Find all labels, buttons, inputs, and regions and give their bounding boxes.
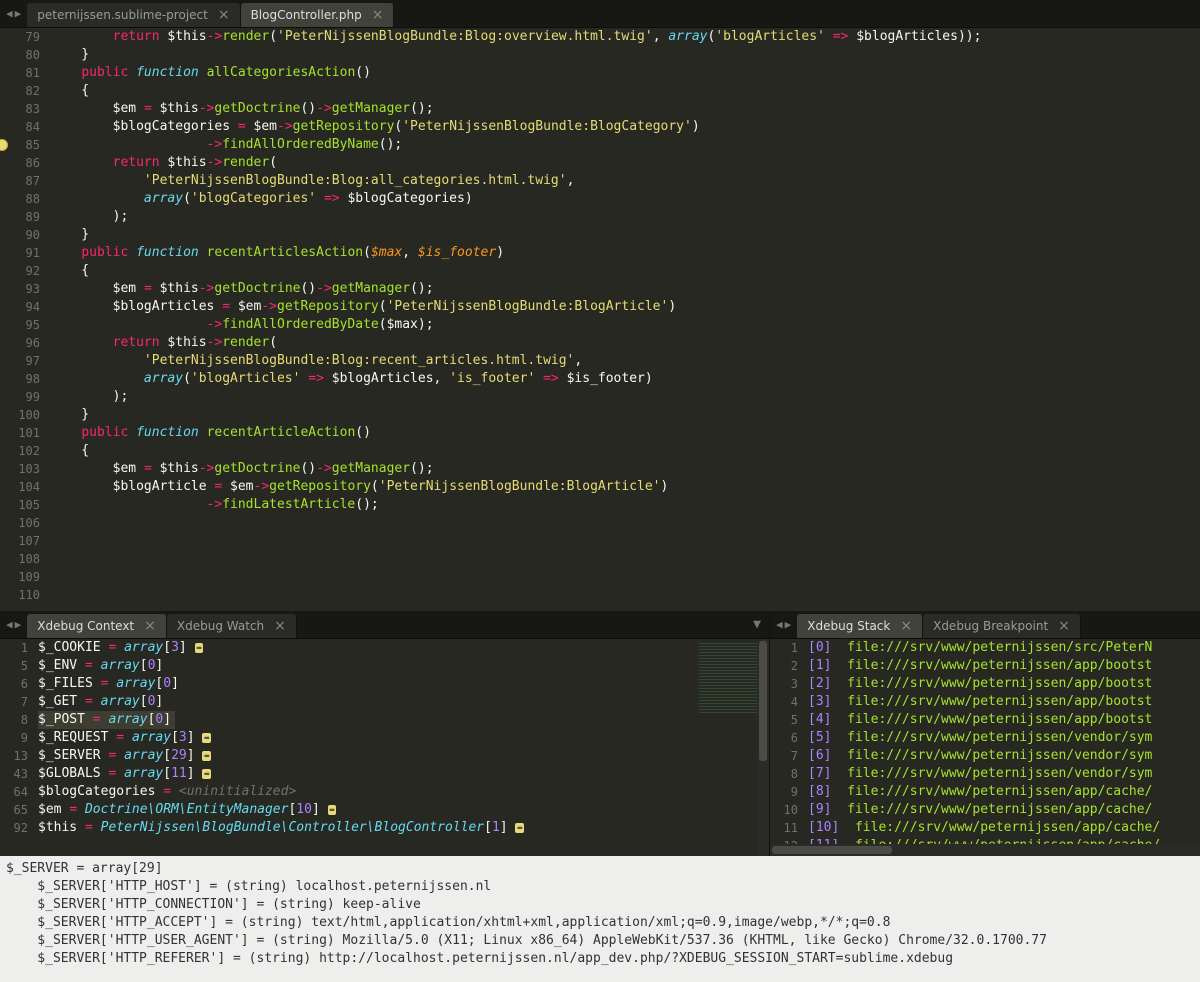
context-row[interactable]: $blogCategories = <uninitialized>	[38, 783, 769, 801]
bottom-panels: ◀ ▶ Xdebug Context × Xdebug Watch × ▼ 15678…	[0, 611, 1200, 856]
stack-content[interactable]: [0] file:///srv/www/peternijssen/src/Pet…	[808, 639, 1200, 844]
tab-label: Xdebug Context	[37, 619, 134, 633]
context-row[interactable]: $_FILES = array[0]	[38, 675, 769, 693]
tab-nav: ◀ ▶	[0, 611, 27, 638]
nav-forward-icon[interactable]: ▶	[15, 7, 22, 20]
code-area[interactable]: return $this->render('PeterNijssenBlogBu…	[50, 28, 1200, 611]
nav-forward-icon[interactable]: ▶	[15, 618, 22, 631]
close-icon[interactable]: ×	[144, 619, 156, 633]
context-content[interactable]: $_COOKIE = array[3] ▬$_ENV = array[0]$_F…	[38, 639, 769, 856]
stack-row[interactable]: [11] file:///srv/www/peternijssen/app/ca…	[808, 837, 1200, 844]
stack-row[interactable]: [6] file:///srv/www/peternijssen/vendor/…	[808, 747, 1200, 765]
stack-row[interactable]: [4] file:///srv/www/peternijssen/app/boo…	[808, 711, 1200, 729]
breakpoint-marker-icon[interactable]	[0, 139, 8, 151]
xdebug-tab[interactable]: Xdebug Stack ×	[797, 614, 923, 638]
context-row[interactable]: $_GET = array[0]	[38, 693, 769, 711]
stack-row[interactable]: [9] file:///srv/www/peternijssen/app/cac…	[808, 801, 1200, 819]
context-row[interactable]: $em = Doctrine\ORM\EntityManager[10] ▬	[38, 801, 769, 819]
vertical-scrollbar[interactable]	[757, 639, 769, 856]
output-console[interactable]: $_SERVER = array[29] $_SERVER['HTTP_HOST…	[0, 856, 1200, 982]
stack-row[interactable]: [5] file:///srv/www/peternijssen/vendor/…	[808, 729, 1200, 747]
tab-label: Xdebug Breakpoint	[933, 619, 1048, 633]
context-row[interactable]: $this = PeterNijssen\BlogBundle\Controll…	[38, 819, 769, 837]
pane-menu-icon[interactable]: ▼	[753, 617, 761, 632]
expand-pill-icon[interactable]: ▬	[202, 769, 211, 779]
xdebug-tab[interactable]: Xdebug Context ×	[27, 614, 167, 638]
close-icon[interactable]: ×	[900, 619, 912, 633]
tab-nav: ◀ ▶	[770, 611, 797, 638]
tab-label: Xdebug Stack	[807, 619, 890, 633]
stack-row[interactable]: [8] file:///srv/www/peternijssen/app/cac…	[808, 783, 1200, 801]
file-tab[interactable]: BlogController.php ×	[241, 3, 395, 27]
left-tabbar: ◀ ▶ Xdebug Context × Xdebug Watch × ▼	[0, 611, 769, 639]
stack-row[interactable]: [1] file:///srv/www/peternijssen/app/boo…	[808, 657, 1200, 675]
file-tab[interactable]: peternijssen.sublime-project ×	[27, 3, 240, 27]
xdebug-context-panel: ◀ ▶ Xdebug Context × Xdebug Watch × ▼ 15678…	[0, 611, 770, 856]
context-row[interactable]: $_POST = array[0]	[38, 711, 769, 729]
scrollbar-thumb[interactable]	[772, 846, 892, 854]
horizontal-scrollbar[interactable]	[770, 844, 1200, 856]
context-row[interactable]: $GLOBALS = array[11] ▬	[38, 765, 769, 783]
nav-back-icon[interactable]: ◀	[776, 618, 783, 631]
context-row[interactable]: $_COOKIE = array[3] ▬	[38, 639, 769, 657]
stack-row[interactable]: [2] file:///srv/www/peternijssen/app/boo…	[808, 675, 1200, 693]
close-icon[interactable]: ×	[372, 8, 384, 22]
stack-row[interactable]: [10] file:///srv/www/peternijssen/app/ca…	[808, 819, 1200, 837]
close-icon[interactable]: ×	[1058, 619, 1070, 633]
top-tabbar: ◀ ▶ peternijssen.sublime-project×BlogCon…	[0, 0, 1200, 28]
context-row[interactable]: $_SERVER = array[29] ▬	[38, 747, 769, 765]
right-tabbar: ◀ ▶ Xdebug Stack × Xdebug Breakpoint ×	[770, 611, 1200, 639]
minimap[interactable]	[699, 643, 759, 713]
expand-pill-icon[interactable]: ▬	[515, 823, 524, 833]
stack-row[interactable]: [0] file:///srv/www/peternijssen/src/Pet…	[808, 639, 1200, 657]
context-row[interactable]: $_ENV = array[0]	[38, 657, 769, 675]
xdebug-tab[interactable]: Xdebug Breakpoint ×	[923, 614, 1081, 638]
line-gutter: 1567891343646592	[0, 639, 38, 856]
tab-nav: ◀ ▶	[0, 0, 27, 27]
expand-pill-icon[interactable]: ▬	[202, 733, 211, 743]
expand-pill-icon[interactable]: ▬	[195, 643, 204, 653]
xdebug-tab[interactable]: Xdebug Watch ×	[167, 614, 297, 638]
tab-label: Xdebug Watch	[177, 619, 264, 633]
stack-row[interactable]: [3] file:///srv/www/peternijssen/app/boo…	[808, 693, 1200, 711]
context-view[interactable]: 1567891343646592 $_COOKIE = array[3] ▬$_…	[0, 639, 769, 856]
tab-label: peternijssen.sublime-project	[37, 8, 208, 22]
nav-back-icon[interactable]: ◀	[6, 618, 13, 631]
stack-row[interactable]: [7] file:///srv/www/peternijssen/vendor/…	[808, 765, 1200, 783]
nav-forward-icon[interactable]: ▶	[785, 618, 792, 631]
xdebug-stack-panel: ◀ ▶ Xdebug Stack × Xdebug Breakpoint × 1234…	[770, 611, 1200, 856]
expand-pill-icon[interactable]: ▬	[202, 751, 211, 761]
expand-pill-icon[interactable]: ▬	[328, 805, 337, 815]
context-row[interactable]: $_REQUEST = array[3] ▬	[38, 729, 769, 747]
main-editor[interactable]: 7980818283848586878889909192939495969798…	[0, 28, 1200, 611]
close-icon[interactable]: ×	[274, 619, 286, 633]
close-icon[interactable]: ×	[218, 8, 230, 22]
tab-label: BlogController.php	[251, 8, 362, 22]
line-gutter: 123456789101112	[770, 639, 808, 844]
line-gutter: 7980818283848586878889909192939495969798…	[0, 28, 50, 611]
nav-back-icon[interactable]: ◀	[6, 7, 13, 20]
stack-view[interactable]: 123456789101112 [0] file:///srv/www/pete…	[770, 639, 1200, 844]
scrollbar-thumb[interactable]	[759, 641, 767, 761]
